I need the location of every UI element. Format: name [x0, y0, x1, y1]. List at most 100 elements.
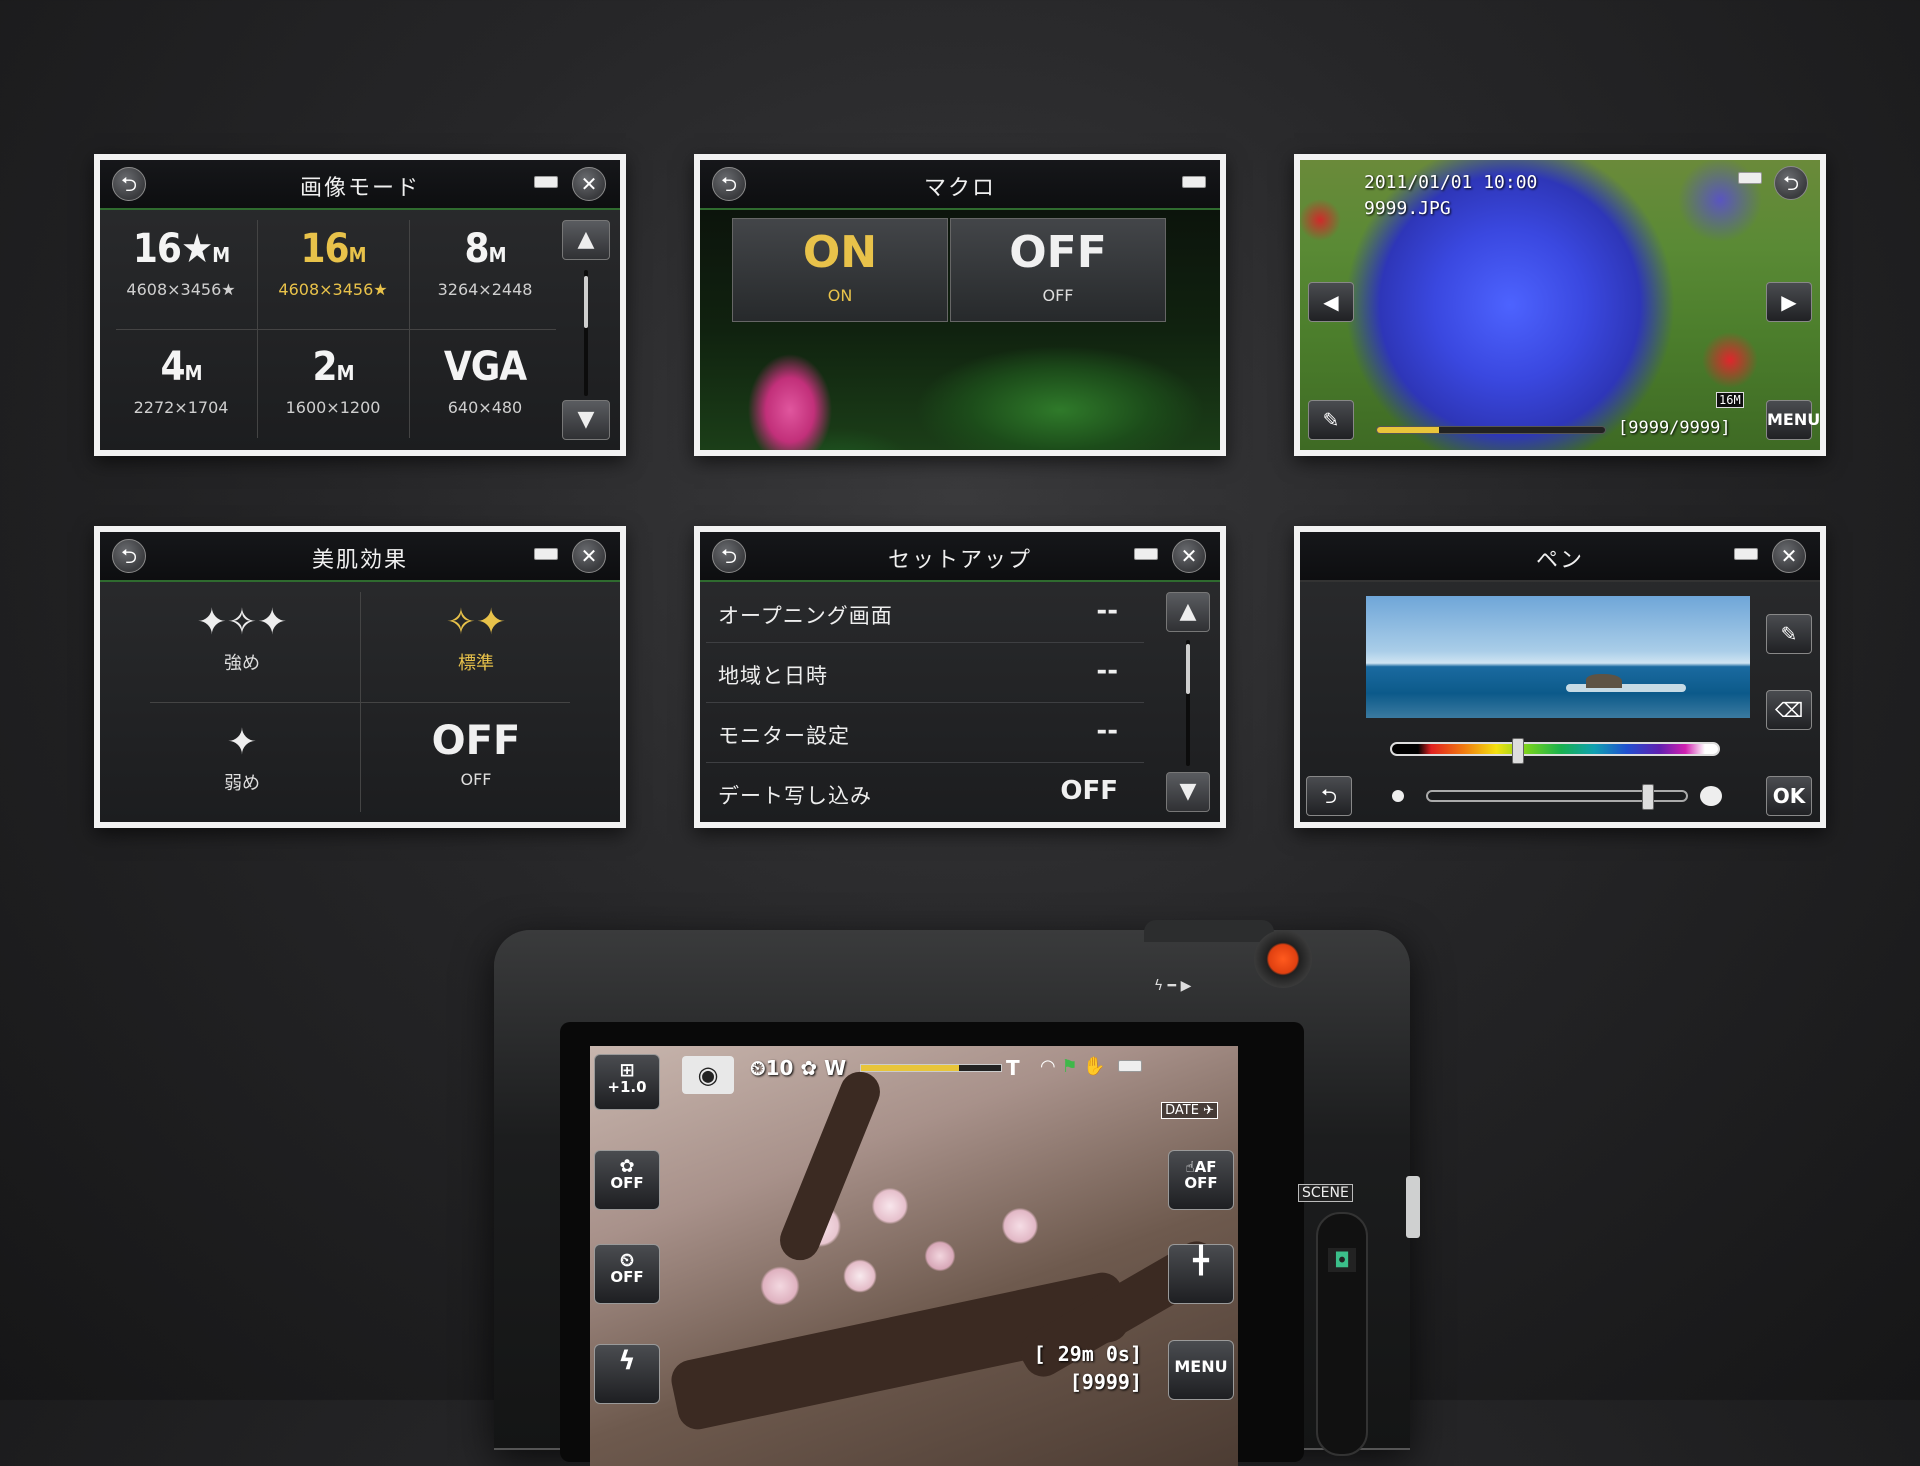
previous-image-button[interactable]: ◀ [1308, 282, 1354, 322]
pen-titlebar: ペン ✕ [1300, 532, 1820, 582]
macro-mode-button[interactable]: ✿ OFF [594, 1150, 660, 1210]
touch-af-button[interactable]: ☝AF OFF [1168, 1150, 1234, 1210]
macro-icon: ✿ [800, 1056, 818, 1080]
touch-af-status: OFF [1184, 1174, 1218, 1192]
scrollbar-thumb[interactable] [1186, 644, 1190, 694]
timer-seconds: 10 [765, 1056, 794, 1080]
scene-label: SCENE [1298, 1184, 1353, 1202]
seascape-photo [1366, 596, 1750, 718]
rock-outcrop [1586, 674, 1622, 688]
flash-movie-switch[interactable]: ϟ ━ ▶ [1154, 978, 1191, 994]
skin-off-option[interactable]: OFF OFF [360, 704, 592, 820]
self-timer-icon: ⏲ [750, 1056, 766, 1080]
touch-af-label: ☝AF [1185, 1158, 1217, 1176]
setting-value: -- [1096, 596, 1118, 626]
flash-mode-button[interactable]: ϟ [594, 1344, 660, 1404]
option-value: 16M [300, 226, 367, 272]
skin-strong-option[interactable]: ✦✧✦ 強め [126, 584, 358, 700]
setup-row-time-zone-date[interactable]: 地域と日時 -- [706, 644, 1144, 703]
image-size-option-selected[interactable]: 16M 4608×3456★ [258, 212, 408, 330]
macro-on-sublabel: ON [827, 286, 853, 305]
ok-button[interactable]: OK [1766, 776, 1812, 816]
option-resolution: 640×480 [447, 398, 523, 417]
scroll-down-button[interactable]: ▼ [1166, 772, 1210, 812]
close-button[interactable]: ✕ [572, 539, 606, 573]
vr-icon: ✋ [1083, 1056, 1106, 1077]
image-size-badge: 16M [1716, 392, 1744, 408]
macro-on-button[interactable]: ON ON [732, 218, 948, 322]
close-button[interactable]: ✕ [1772, 539, 1806, 573]
macro-titlebar: ⮌ マクロ [700, 160, 1220, 210]
top-status-bar: ⏲10 ✿ W [750, 1056, 846, 1080]
eraser-tool-button[interactable]: ⌫ [1766, 690, 1812, 730]
zoom-bar [860, 1064, 1002, 1072]
battery-icon [1182, 176, 1206, 188]
option-resolution: 4608×3456★ [278, 280, 388, 299]
image-size-option[interactable]: VGA 640×480 [410, 330, 560, 448]
slider-icon: ╋ [1193, 1246, 1209, 1276]
image-size-option[interactable]: 2M 1600×1200 [258, 330, 408, 448]
option-resolution: 3264×2448 [437, 280, 533, 299]
setting-value: -- [1096, 656, 1118, 686]
option-label: 弱め [224, 773, 260, 794]
playback-progress-bar [1376, 426, 1606, 434]
divider [116, 329, 556, 330]
menu-button[interactable]: MENU [1766, 400, 1820, 440]
remaining-time: [ 29m 0s] [1033, 1342, 1142, 1366]
off-label: OFF [431, 718, 521, 764]
remaining-shots: [9999] [1069, 1370, 1142, 1394]
exposure-slider-button[interactable]: ╋ [1168, 1244, 1234, 1304]
image-size-option[interactable]: 8M 3264×2448 [410, 212, 560, 330]
battery-icon [1738, 172, 1762, 184]
edit-button[interactable]: ✎ [1308, 400, 1354, 440]
close-button[interactable]: ✕ [1172, 539, 1206, 573]
option-resolution: 1600×1200 [285, 398, 381, 417]
setting-value: -- [1096, 716, 1118, 746]
menu-button[interactable]: MENU [1168, 1340, 1234, 1400]
image-size-option[interactable]: 4M 2272×1704 [106, 330, 256, 448]
exposure-icon: ⊞ [619, 1060, 635, 1081]
zoom-t-label: T [1006, 1056, 1020, 1080]
setting-label: オープニング画面 [718, 604, 893, 628]
color-slider-knob[interactable] [1512, 738, 1524, 764]
back-button[interactable]: ⮌ [1306, 776, 1352, 816]
pencil-tool-button[interactable]: ✎ [1766, 614, 1812, 654]
sparkle-weak-icon: ✦ [226, 722, 258, 763]
scroll-up-button[interactable]: ▲ [562, 220, 610, 260]
next-image-button[interactable]: ▶ [1766, 282, 1812, 322]
battery-icon [1118, 1060, 1142, 1072]
camera-top-bump [1144, 920, 1274, 942]
option-value: 2M [312, 344, 355, 390]
close-button[interactable]: ✕ [572, 167, 606, 201]
scroll-up-button[interactable]: ▲ [1166, 592, 1210, 632]
movie-record-button[interactable] [1254, 930, 1312, 988]
image-size-grid: 16★M 4608×3456★ 16M 4608×3456★ 8M 3264×2… [106, 212, 566, 448]
exposure-compensation-button[interactable]: ⊞ +1.0 [594, 1054, 660, 1110]
size-slider-knob[interactable] [1642, 784, 1654, 810]
image-size-option[interactable]: 16★M 4608×3456★ [106, 212, 256, 330]
flower-icon: ✿ [619, 1156, 635, 1177]
setup-row-monitor-settings[interactable]: モニター設定 -- [706, 704, 1144, 763]
scrollbar-thumb[interactable] [584, 276, 588, 328]
option-value: 4M [160, 344, 203, 390]
playback-panel: 2011/01/01 10:00 9999.JPG ⮌ ◀ ▶ ✎ [9999/… [1294, 154, 1826, 456]
pen-color-spectrum[interactable] [1390, 742, 1720, 756]
branch-shape [773, 1065, 887, 1267]
macro-off-button[interactable]: OFF OFF [950, 218, 1166, 322]
zoom-fill [861, 1065, 959, 1071]
setup-row-opening-screen[interactable]: オープニング画面 -- [706, 584, 1144, 643]
progress-fill [1377, 427, 1439, 433]
status-icons: ◠ ⚑ ✋ [1040, 1056, 1106, 1077]
sparkle-standard-icon: ✧✦ [445, 602, 507, 643]
option-label: 強め [224, 653, 260, 674]
scroll-down-button[interactable]: ▼ [562, 400, 610, 440]
mode-switch[interactable]: ◘ [1316, 1212, 1368, 1456]
skin-standard-option[interactable]: ✧✦ 標準 [360, 584, 592, 700]
date-stamp-badge: DATE ✈ [1161, 1102, 1218, 1119]
strap-eyelet [1406, 1176, 1420, 1238]
skin-weak-option[interactable]: ✦ 弱め [126, 704, 358, 820]
self-timer-button[interactable]: ⏲ OFF [594, 1244, 660, 1304]
back-button[interactable]: ⮌ [1774, 166, 1808, 200]
panel-title: マクロ [923, 176, 996, 201]
setup-row-date-stamp[interactable]: デート写し込み OFF [706, 764, 1144, 822]
